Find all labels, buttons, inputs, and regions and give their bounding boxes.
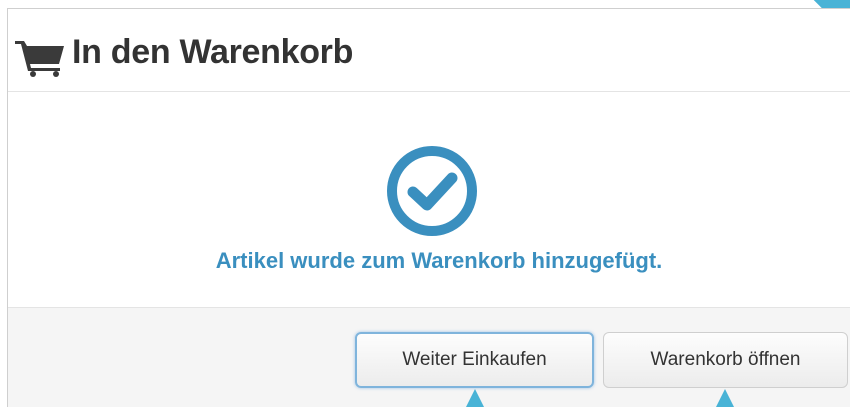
open-cart-button[interactable]: Warenkorb öffnen <box>603 332 848 388</box>
add-to-cart-dialog: In den Warenkorb Artikel wurde zum Waren… <box>7 8 850 407</box>
screenshot-page: In den Warenkorb Artikel wurde zum Waren… <box>0 0 850 407</box>
check-circle-icon <box>387 146 477 236</box>
dialog-title: In den Warenkorb <box>72 33 354 71</box>
dialog-body: Artikel wurde zum Warenkorb hinzugefügt. <box>8 92 850 307</box>
dialog-header: In den Warenkorb <box>8 9 850 92</box>
continue-shopping-button[interactable]: Weiter Einkaufen <box>355 332 594 388</box>
success-message: Artikel wurde zum Warenkorb hinzugefügt. <box>215 248 663 273</box>
shopping-cart-icon <box>15 41 64 77</box>
